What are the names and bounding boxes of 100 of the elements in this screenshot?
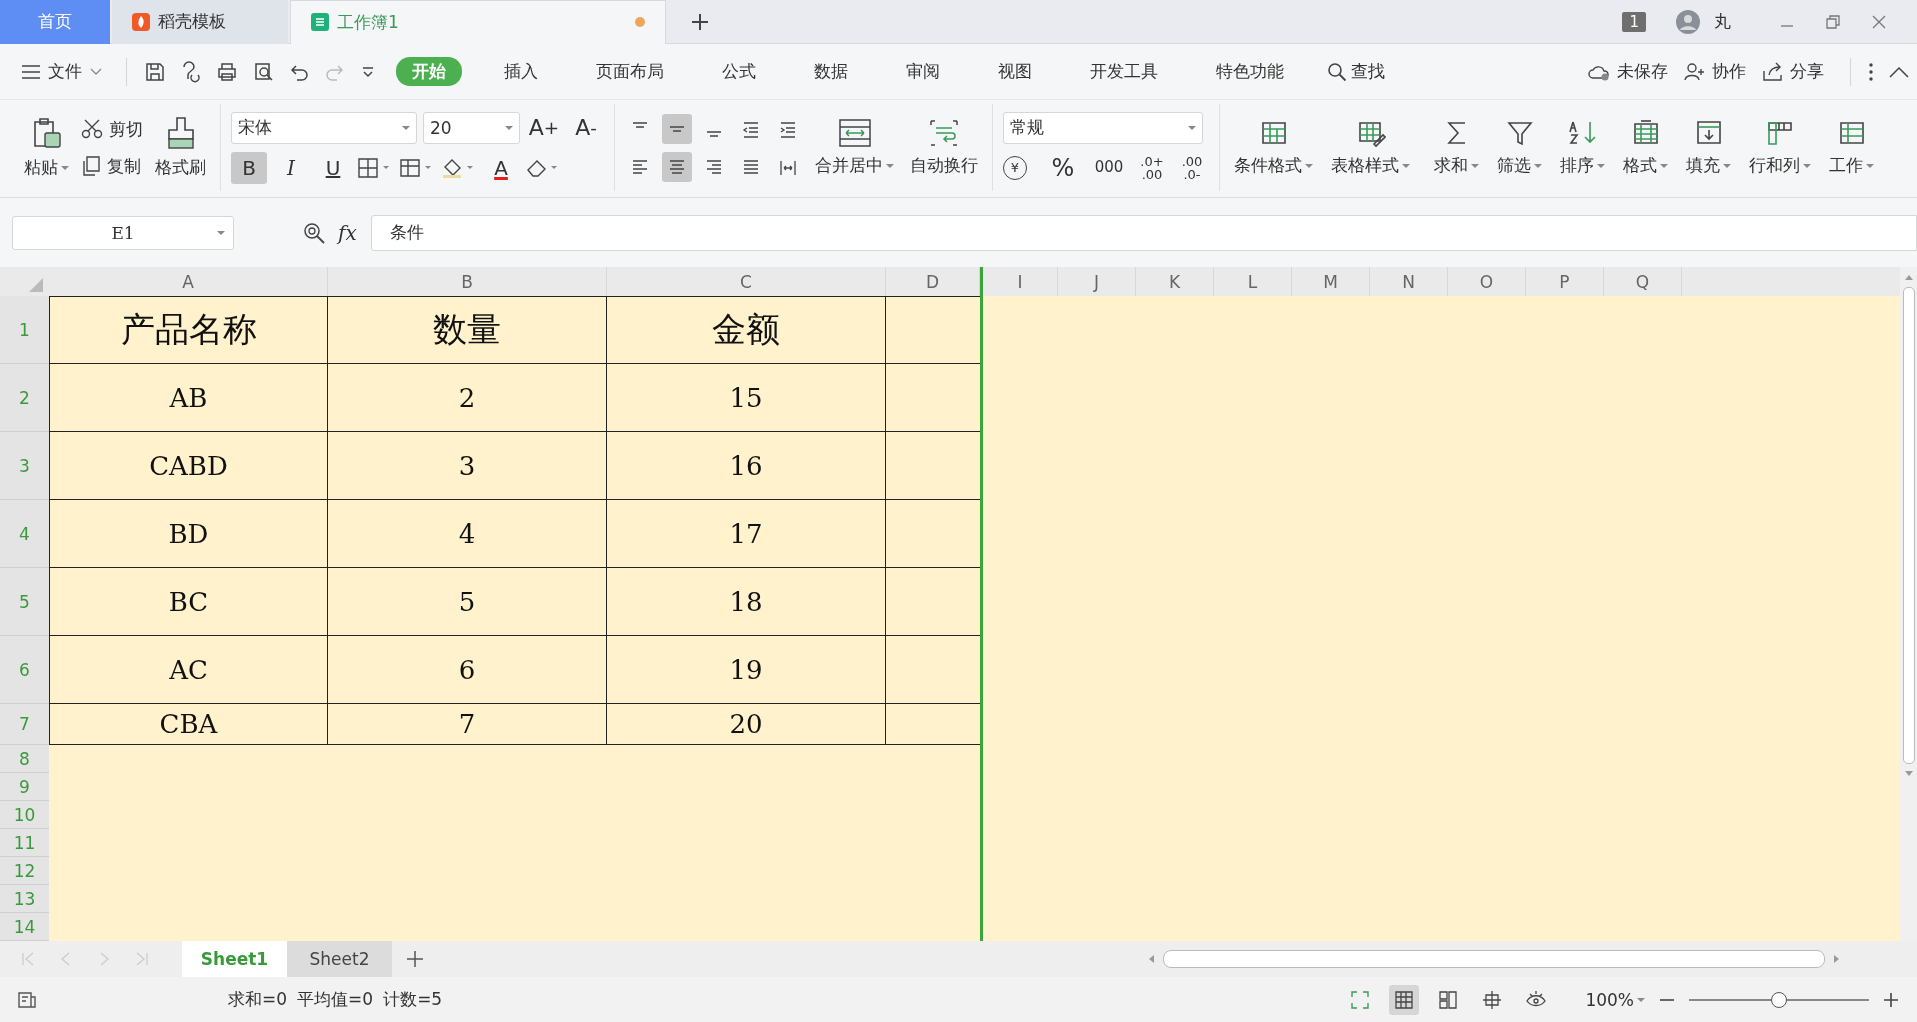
avatar-icon[interactable] [1676,9,1700,34]
number-format-button[interactable]: .0+ .00 [1135,151,1169,184]
font-style-button[interactable]: I [273,151,309,184]
curl-arrow-icon[interactable] [180,60,202,83]
function-button[interactable]: fx [338,220,357,245]
number-format-field[interactable]: 常规 [1003,111,1203,144]
ribbon-tab[interactable]: 开发工具 [1074,57,1174,86]
zoom-in-icon[interactable] [1883,991,1899,1008]
scroll-thumb[interactable] [1902,287,1915,764]
add-person-icon [1684,61,1706,82]
caret-icon [1803,163,1811,168]
number-format-button[interactable]: .00 .0- [1175,151,1209,184]
save-icon[interactable] [144,60,166,83]
column-header[interactable]: P [1526,267,1604,296]
merge-cells-icon [837,118,872,148]
zoom-level[interactable]: 100% [1585,989,1645,1010]
find-button[interactable]: 查找 [1327,60,1385,83]
ribbon-tab[interactable]: 公式 [706,57,772,86]
caret-icon [1188,125,1196,130]
scroll-right-icon[interactable] [1833,954,1841,964]
ribbon-button[interactable]: 工作 [1825,116,1878,179]
sheet-tab[interactable]: Sheet2 [287,941,392,977]
search-icon [1327,61,1347,82]
copy-button[interactable]: 复制 [81,154,143,178]
ribbon-button[interactable]: 筛选 [1493,116,1546,179]
table-cell: 16 [607,432,886,500]
ribbon-button[interactable]: 填充 [1682,116,1735,179]
zoom-slider-thumb[interactable] [1771,991,1787,1008]
formula-field[interactable]: 条件 [370,214,1917,251]
flame-logo-icon [132,12,150,31]
ribbon-button[interactable]: 求和 [1430,116,1483,179]
ribbon-button[interactable]: 格式 [1619,116,1672,179]
print-preview-icon[interactable] [252,60,274,83]
action-button[interactable]: 协作 [1684,60,1746,83]
grid-view-icon[interactable] [1389,984,1420,1015]
ribbon-tab[interactable]: 特色功能 [1200,57,1300,86]
ribbon-button[interactable]: 行和列 [1745,116,1815,179]
caret-icon [1597,163,1605,168]
sheet-tab[interactable]: Sheet1 [182,941,287,977]
more-icon[interactable] [1868,61,1874,82]
ribbon-button[interactable]: 排序 [1556,116,1609,179]
collapse-icon[interactable] [1888,64,1910,79]
font-style-button[interactable]: U [315,151,351,184]
ribbon-tab[interactable]: 视图 [982,57,1048,86]
status-statistic: 平均值=0 [297,988,374,1011]
window-count-badge[interactable]: 1 [1622,11,1646,32]
ribbon-button[interactable]: 条件格式 [1230,116,1317,179]
ribbon-tab[interactable]: 页面布局 [580,57,680,86]
column-header[interactable]: L [1214,267,1292,296]
font-color-button[interactable]: A [483,151,519,184]
column-header[interactable]: J [1058,267,1136,296]
column-header[interactable]: K [1136,267,1214,296]
scroll-up-icon[interactable] [1903,273,1914,281]
font-style-button[interactable]: B [231,151,267,184]
column-header[interactable]: I [980,267,1058,296]
document-tab[interactable]: 稻壳模板 [112,0,288,44]
chevron-down-icon [90,67,102,76]
print-icon[interactable] [216,60,238,83]
restore-icon[interactable] [1825,13,1841,30]
action-button[interactable]: 未保存 [1587,60,1668,83]
user-name[interactable]: 丸 [1714,10,1731,33]
scroll-thumb[interactable] [1163,950,1825,968]
ribbon-button[interactable]: 表格样式 [1327,116,1414,179]
close-icon[interactable] [1871,13,1887,30]
table-cell: AC [49,636,328,704]
paste-button[interactable]: 粘贴 [20,114,73,181]
column-header[interactable]: M [1292,267,1370,296]
ribbon-tab[interactable]: 审阅 [890,57,956,86]
font-size-field[interactable]: 20 [423,111,520,144]
scroll-left-icon[interactable] [1147,954,1155,964]
status-statistic: 计数=5 [383,988,443,1011]
number-format-button[interactable]: 000 [1089,151,1129,184]
table-cell: CBA [49,704,328,745]
horizontal-align-icon[interactable] [662,151,692,182]
vertical-scrollbar[interactable] [1900,267,1917,941]
spreadsheet-logo-icon [311,13,329,31]
wrap-text-button[interactable]: 自动换行 [906,116,982,179]
scroll-down-icon[interactable] [1903,770,1914,778]
file-menu[interactable]: 文件 [22,60,102,83]
ribbon-tab[interactable]: 插入 [488,57,554,86]
new-tab-icon[interactable] [690,11,710,32]
action-button[interactable]: 分享 [1762,60,1824,83]
column-header[interactable]: O [1448,267,1526,296]
add-sheet-icon[interactable] [406,950,424,968]
zoom-icon[interactable] [302,220,326,245]
font-name-field[interactable]: 宋体 [231,111,417,144]
format-painter-button[interactable]: 格式刷 [151,114,210,181]
ribbon-tab[interactable]: 数据 [798,57,864,86]
merge-center-button[interactable]: 合并居中 [811,116,898,179]
column-header[interactable]: N [1370,267,1448,296]
name-box[interactable]: E1 [12,215,234,250]
cut-button[interactable]: 剪切 [81,117,143,141]
column-header[interactable]: Q [1604,267,1682,296]
table-cell: 6 [328,636,607,704]
table-cell: 20 [607,704,886,745]
number-format-button[interactable]: % [1043,151,1083,184]
caret-icon [61,165,69,170]
caret-icon [1723,163,1731,168]
table-cell: 2 [328,364,607,432]
caret-icon [1637,997,1645,1002]
